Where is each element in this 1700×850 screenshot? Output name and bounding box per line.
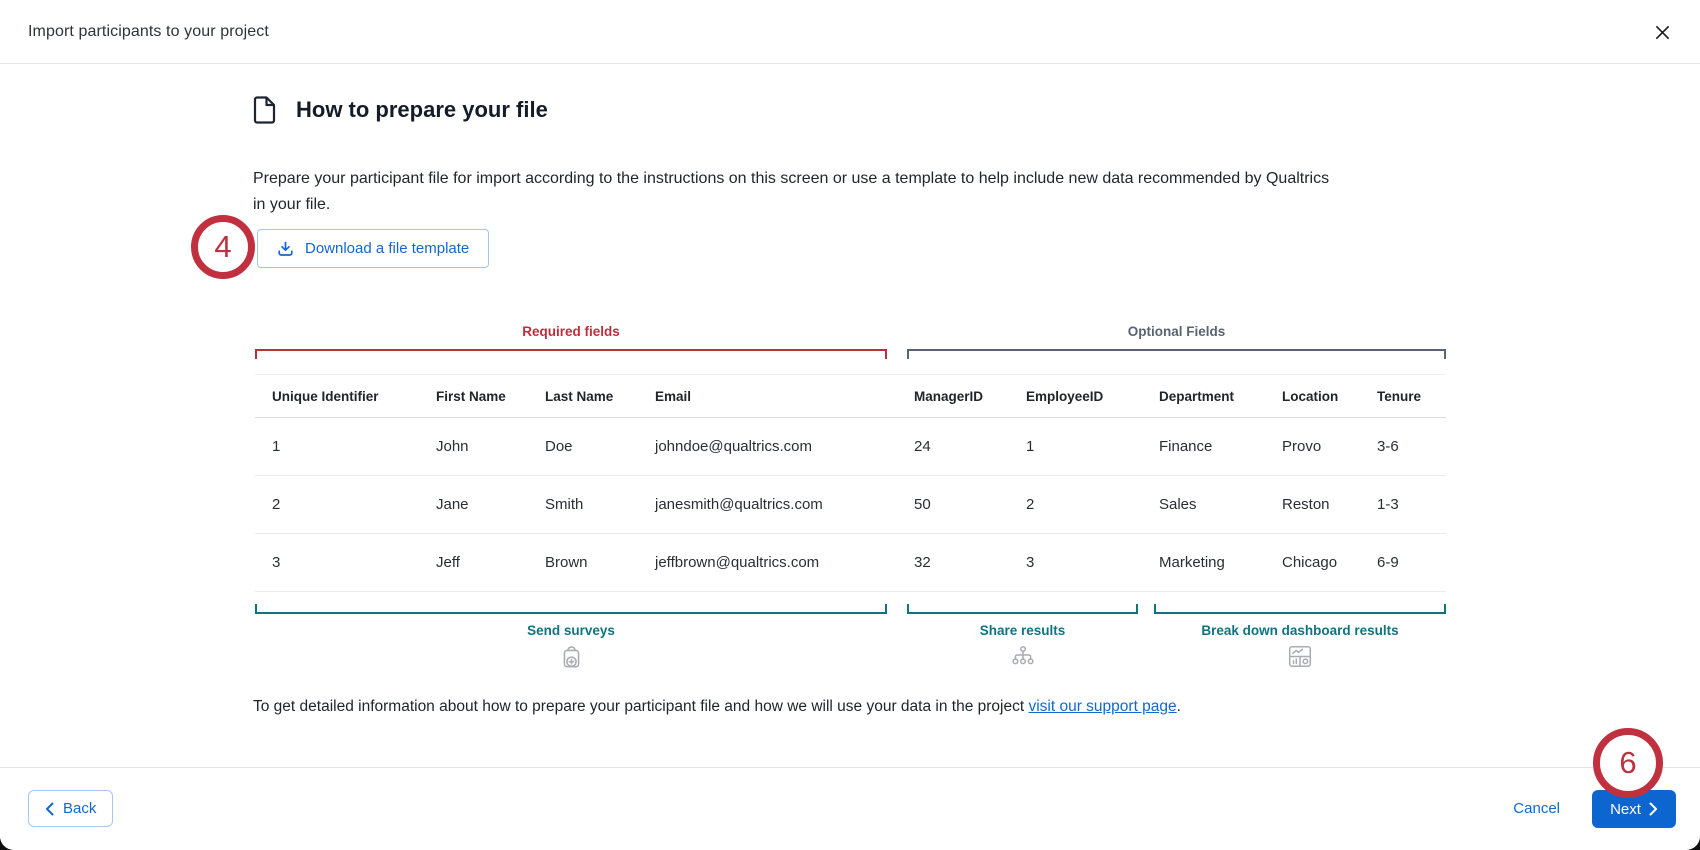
- download-template-label: Download a file template: [305, 240, 469, 257]
- support-note-text: To get detailed information about how to…: [253, 698, 1024, 715]
- required-fields-label: Required fields: [255, 324, 887, 342]
- table-cell: Sales: [1142, 476, 1265, 534]
- column-header: Tenure: [1360, 375, 1446, 418]
- table-cell: John: [419, 418, 528, 476]
- back-button[interactable]: Back: [28, 790, 113, 827]
- dashboard-icon: [1154, 644, 1446, 670]
- intro-description-line2: in your file.: [253, 192, 1463, 218]
- intro-description: Prepare your participant file for import…: [253, 166, 1463, 218]
- optional-fields-label: Optional Fields: [907, 324, 1446, 342]
- column-header: ManagerID: [897, 375, 1009, 418]
- download-template-button[interactable]: Download a file template: [257, 229, 489, 268]
- table-cell: Jeff: [419, 534, 528, 592]
- purpose-breakdown-label: Break down dashboard results: [1154, 623, 1446, 641]
- table-cell: 3: [255, 534, 419, 592]
- annotation-step-6-number: 6: [1619, 745, 1636, 781]
- annotation-step-4: 4: [191, 215, 255, 279]
- table-cell: Smith: [528, 476, 638, 534]
- column-header: Department: [1142, 375, 1265, 418]
- support-page-link[interactable]: visit our support page: [1028, 698, 1176, 715]
- intro-description-line1: Prepare your participant file for import…: [253, 166, 1463, 192]
- table-cell: Reston: [1265, 476, 1360, 534]
- table-cell: Chicago: [1265, 534, 1360, 592]
- org-chart-icon: [907, 644, 1138, 670]
- table-cell: Doe: [528, 418, 638, 476]
- table-cell: 2: [1009, 476, 1142, 534]
- table-cell: Finance: [1142, 418, 1265, 476]
- table-row: 2JaneSmithjanesmith@qualtrics.com502Sale…: [255, 476, 1446, 534]
- example-table-wrap: Unique IdentifierFirst NameLast NameEmai…: [255, 374, 1446, 592]
- table-cell: 50: [897, 476, 1009, 534]
- table-cell: 32: [897, 534, 1009, 592]
- table-cell: 3: [1009, 534, 1142, 592]
- table-cell: 24: [897, 418, 1009, 476]
- annotation-step-6: 6: [1593, 728, 1663, 798]
- dialog-footer: Back Cancel Next: [0, 767, 1700, 850]
- table-cell: 3-6: [1360, 418, 1446, 476]
- back-button-label: Back: [63, 800, 96, 817]
- column-header: Unique Identifier: [255, 375, 419, 418]
- clipboard-plus-icon: [255, 644, 887, 670]
- table-cell: 2: [255, 476, 419, 534]
- table-cell: janesmith@qualtrics.com: [638, 476, 897, 534]
- breakdown-bracket: [1154, 604, 1446, 614]
- table-cell: 1: [255, 418, 419, 476]
- document-icon: [253, 96, 276, 124]
- import-participants-dialog: Import participants to your project How …: [0, 0, 1700, 850]
- column-header: EmployeeID: [1009, 375, 1142, 418]
- purpose-share-results-label: Share results: [907, 623, 1138, 641]
- column-header: Last Name: [528, 375, 638, 418]
- table-cell: 1: [1009, 418, 1142, 476]
- column-header: First Name: [419, 375, 528, 418]
- table-header-row: Unique IdentifierFirst NameLast NameEmai…: [255, 375, 1446, 418]
- required-fields-bracket: [255, 349, 887, 359]
- table-cell: 6-9: [1360, 534, 1446, 592]
- close-icon: [1654, 24, 1671, 41]
- column-header: Location: [1265, 375, 1360, 418]
- example-table: Unique IdentifierFirst NameLast NameEmai…: [255, 374, 1446, 592]
- table-cell: Marketing: [1142, 534, 1265, 592]
- table-cell: Provo: [1265, 418, 1360, 476]
- send-surveys-bracket: [255, 604, 887, 614]
- table-cell: Brown: [528, 534, 638, 592]
- chevron-right-icon: [1649, 802, 1658, 816]
- share-results-bracket: [907, 604, 1138, 614]
- table-row: 3JeffBrownjeffbrown@qualtrics.com323Mark…: [255, 534, 1446, 592]
- download-icon: [277, 240, 294, 257]
- table-row: 1JohnDoejohndoe@qualtrics.com241FinanceP…: [255, 418, 1446, 476]
- next-button-label: Next: [1610, 801, 1641, 818]
- support-note: To get detailed information about how to…: [253, 698, 1181, 716]
- table-cell: 1-3: [1360, 476, 1446, 534]
- annotation-step-4-number: 4: [214, 229, 231, 265]
- dialog-title: Import participants to your project: [28, 0, 269, 64]
- table-cell: jeffbrown@qualtrics.com: [638, 534, 897, 592]
- intro-heading-row: How to prepare your file: [253, 96, 548, 124]
- table-cell: Jane: [419, 476, 528, 534]
- chevron-left-icon: [45, 802, 54, 816]
- close-button[interactable]: [1648, 18, 1676, 46]
- cancel-button[interactable]: Cancel: [1513, 790, 1560, 827]
- column-header: Email: [638, 375, 897, 418]
- page-title: How to prepare your file: [296, 97, 548, 123]
- table-cell: johndoe@qualtrics.com: [638, 418, 897, 476]
- purpose-send-surveys-label: Send surveys: [255, 623, 887, 641]
- optional-fields-bracket: [907, 349, 1446, 359]
- support-note-suffix: .: [1177, 698, 1181, 715]
- dialog-header: Import participants to your project: [0, 0, 1700, 64]
